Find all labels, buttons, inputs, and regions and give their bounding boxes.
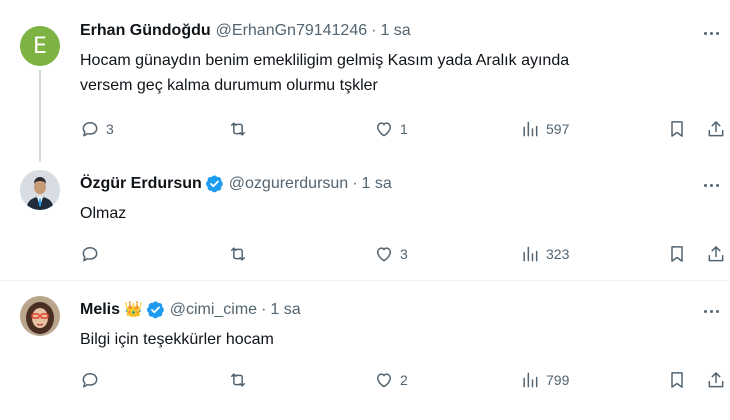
retweet-icon [231,247,245,261]
user-handle[interactable]: @ozgurerdursun [229,175,348,193]
profile-photo-icon [20,170,60,210]
share-icon [708,372,724,388]
profile-photo-icon [20,296,60,336]
display-name[interactable]: Melis [80,301,120,319]
timestamp[interactable]: 1 sa [362,175,392,193]
retweet-button[interactable] [228,117,254,141]
tweet-header: Melis 👑 @cimi_cime · 1 sa [80,300,301,319]
timestamp[interactable]: 1 sa [380,22,410,40]
action-bar: 3 1 597 [0,117,730,141]
tweet-text: Bilgi için teşekkürler hocam [80,327,700,352]
views-button[interactable]: 597 [520,117,569,141]
separator-dot: · [261,300,267,318]
bookmark-icon [671,121,683,137]
share-icon [708,121,724,137]
like-count: 3 [400,246,408,262]
user-handle[interactable]: @ErhanGn79141246 [216,22,367,40]
avatar-letter: E [33,33,47,59]
tweet-text-line: versem geç kalma durumum olurmu tşkler [80,77,378,94]
view-count: 799 [546,372,570,388]
retweet-icon [231,122,245,136]
crown-emoji: 👑 [124,301,143,318]
like-count: 1 [400,121,408,137]
reply-icon [82,122,98,137]
heart-icon [377,122,391,137]
reply-count: 3 [106,121,114,137]
share-button[interactable] [706,242,726,266]
bookmark-button[interactable] [667,368,687,392]
like-count: 2 [400,372,408,388]
tweet-text-line: Bilgi için teşekkürler hocam [80,331,274,348]
heart-icon [377,247,391,262]
share-icon [708,246,724,262]
heart-icon [377,373,391,388]
action-bar: 3 323 [0,242,730,266]
tweet-text-line: Olmaz [80,205,127,222]
separator-dot: · [352,174,358,192]
tweet-text: Olmaz [80,201,700,226]
bookmark-icon [671,246,683,262]
retweet-button[interactable] [228,242,254,266]
retweet-button[interactable] [228,368,254,392]
share-button[interactable] [706,117,726,141]
avatar[interactable]: E [20,26,60,66]
bookmark-button[interactable] [667,242,687,266]
reply-button[interactable] [80,242,106,266]
like-button[interactable]: 3 [374,242,408,266]
tweet-header: Özgür Erdursun @ozgurerdursun · 1 sa [80,174,392,193]
more-options-icon[interactable] [700,24,722,42]
user-handle[interactable]: @cimi_cime [170,301,257,319]
reply-button[interactable] [80,368,106,392]
tweet-header: Erhan Gündoğdu @ErhanGn79141246 · 1 sa [80,22,411,40]
analytics-icon [523,246,538,262]
tweet-text-line: Hocam günaydın benim emekliligim gelmiş … [80,52,570,69]
action-bar: 2 799 [0,368,730,392]
reply-button[interactable]: 3 [80,117,114,141]
like-button[interactable]: 1 [374,117,408,141]
avatar[interactable] [20,296,60,336]
tweet-3[interactable]: Melis 👑 @cimi_cime · 1 sa Bilgi için teş… [0,281,730,420]
bookmark-button[interactable] [667,117,687,141]
avatar[interactable] [20,170,60,210]
bookmark-icon [671,372,683,388]
verified-badge-icon [146,301,164,319]
display-name[interactable]: Erhan Gündoğdu [80,22,211,40]
share-button[interactable] [706,368,726,392]
tweet-2[interactable]: Özgür Erdursun @ozgurerdursun · 1 sa Olm… [0,160,730,280]
more-options-icon[interactable] [700,302,722,320]
views-button[interactable]: 799 [520,368,569,392]
analytics-icon [523,121,538,137]
reply-icon [82,373,98,388]
retweet-icon [231,373,245,387]
view-count: 323 [546,246,570,262]
view-count: 597 [546,121,570,137]
reply-icon [82,247,98,262]
views-button[interactable]: 323 [520,242,569,266]
tweet-text: Hocam günaydın benim emekliligim gelmiş … [80,48,700,98]
timestamp[interactable]: 1 sa [270,301,300,319]
separator-dot: · [371,22,377,39]
display-name[interactable]: Özgür Erdursun [80,175,202,193]
thread-line [39,70,41,162]
more-options-icon[interactable] [700,176,722,194]
tweet-1[interactable]: E Erhan Gündoğdu @ErhanGn79141246 · 1 sa… [0,0,730,162]
analytics-icon [523,372,538,388]
verified-badge-icon [205,175,223,193]
like-button[interactable]: 2 [374,368,408,392]
